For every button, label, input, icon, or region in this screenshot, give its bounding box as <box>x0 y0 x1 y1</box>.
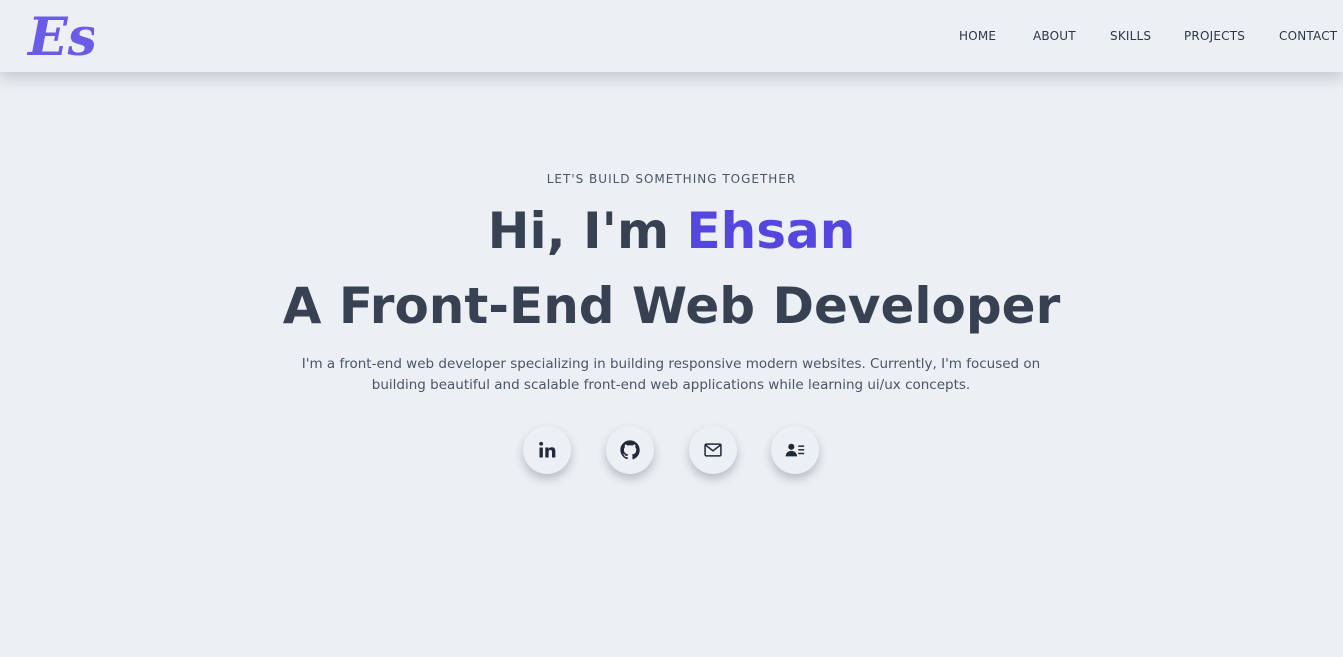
hero-tagline: LET'S BUILD SOMETHING TOGETHER <box>546 172 797 186</box>
navbar: Es HOME ABOUT SKILLS PROJECTS CONTACT <box>0 0 1343 72</box>
resume-button[interactable] <box>771 426 819 474</box>
svg-text:Es: Es <box>26 7 94 65</box>
nav-link-about[interactable]: ABOUT <box>1033 29 1076 43</box>
nav-link-skills[interactable]: SKILLS <box>1110 29 1151 43</box>
hero-greeting: Hi, I'm <box>487 202 687 260</box>
linkedin-button[interactable] <box>523 426 571 474</box>
nav-link-contact[interactable]: CONTACT <box>1279 29 1337 43</box>
hero-title: A Front-End Web Developer <box>282 277 1061 335</box>
linkedin-icon <box>539 441 556 458</box>
github-icon <box>620 440 640 460</box>
nav-link-projects[interactable]: PROJECTS <box>1184 29 1245 43</box>
hero-name: Ehsan <box>686 202 856 260</box>
hero-greeting-heading: Hi, I'm Ehsan <box>0 200 1343 262</box>
hero-intro: I'm a front-end web developer specializi… <box>301 356 1041 393</box>
contact-card-icon <box>785 443 805 457</box>
email-button[interactable] <box>689 426 737 474</box>
mail-icon <box>704 443 722 457</box>
nav-link-home[interactable]: HOME <box>959 29 996 43</box>
logo-mark: Es <box>26 7 97 68</box>
hero-section: LET'S BUILD SOMETHING TOGETHER Hi, I'm E… <box>0 72 1343 657</box>
github-button[interactable] <box>606 426 654 474</box>
site-logo[interactable]: Es <box>26 5 97 68</box>
social-links <box>0 426 1343 486</box>
